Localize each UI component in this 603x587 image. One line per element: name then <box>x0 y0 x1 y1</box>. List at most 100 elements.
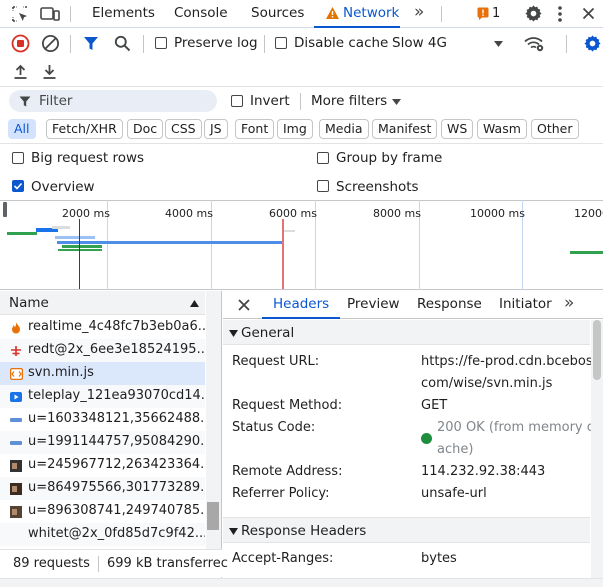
general-section-header[interactable]: General <box>223 320 590 345</box>
status-ok-dot <box>421 433 432 444</box>
invert-label: Invert <box>250 93 290 109</box>
timeline-bar <box>57 241 284 244</box>
kebab-menu-icon[interactable] <box>557 5 563 23</box>
type-filter-other[interactable]: Other <box>531 119 579 139</box>
type-filter-all[interactable]: All <box>8 119 36 139</box>
timeline-tick: 4000 ms <box>165 207 213 220</box>
import-export-row <box>0 59 603 87</box>
request-row[interactable]: u=896308741,249740785... <box>0 500 205 523</box>
filter-funnel-icon[interactable] <box>83 36 99 51</box>
type-filter-doc[interactable]: Doc <box>127 119 164 139</box>
horizontal-scrollbar[interactable] <box>0 578 603 587</box>
type-filter-wasm[interactable]: Wasm <box>477 119 527 139</box>
tab-preview[interactable]: Preview <box>347 291 400 318</box>
type-filter-css[interactable]: CSS <box>165 119 202 139</box>
request-row[interactable]: u=1991144757,95084290... <box>0 431 205 454</box>
network-settings-gear-icon[interactable] <box>583 34 602 53</box>
timeline-bar <box>62 245 102 248</box>
transferred-size: 699 kB transferrec <box>107 556 228 571</box>
type-filter-js[interactable]: JS <box>204 119 228 139</box>
timeline-tick: 12000 <box>574 207 603 220</box>
device-toolbar-icon[interactable] <box>40 5 60 23</box>
request-row[interactable]: u=864975566,301773289... <box>0 477 205 500</box>
big-request-rows-checkbox[interactable] <box>12 152 24 164</box>
request-row[interactable]: realtime_4c48fc7b3eb0a6... <box>0 316 205 339</box>
timeline-bar <box>52 226 70 229</box>
list-scrollbar-thumb[interactable] <box>207 502 219 530</box>
referrer-policy-value: unsafe-url <box>421 486 487 501</box>
throttling-select[interactable]: Slow 4G <box>392 31 512 57</box>
request-row[interactable]: teleplay_121ea93070cd14... <box>0 385 205 408</box>
tab-response[interactable]: Response <box>417 291 482 318</box>
network-conditions-icon[interactable] <box>524 35 544 52</box>
timeline-bar <box>283 230 295 232</box>
group-by-frame-checkbox[interactable] <box>317 152 329 164</box>
request-name: u=896308741,249740785... <box>28 503 205 518</box>
tab-headers[interactable]: Headers <box>262 291 341 319</box>
search-icon[interactable] <box>114 35 131 52</box>
type-filter-font[interactable]: Font <box>235 119 275 139</box>
throttling-value: Slow 4G <box>392 35 447 51</box>
export-har-icon[interactable] <box>42 64 57 80</box>
tab-console[interactable]: Console <box>174 0 228 28</box>
clear-log-icon[interactable] <box>41 34 60 53</box>
tab-sources[interactable]: Sources <box>251 0 304 28</box>
group-by-frame-label: Group by frame <box>336 150 443 166</box>
close-details-icon[interactable] <box>238 299 250 311</box>
details-scrollbar-thumb[interactable] <box>593 320 601 380</box>
tab-network[interactable]: Network <box>314 0 400 28</box>
accept-ranges-key: Accept-Ranges: <box>232 551 334 566</box>
close-devtools-icon[interactable] <box>582 7 595 20</box>
type-filter-img[interactable]: Img <box>277 119 313 139</box>
timeline-start-marker[interactable] <box>3 202 7 217</box>
record-stop-icon[interactable] <box>11 34 30 53</box>
request-name: realtime_4c48fc7b3eb0a6... <box>28 319 205 334</box>
play-icon <box>10 391 22 403</box>
type-filter-media[interactable]: Media <box>319 119 369 139</box>
type-filter-manifest[interactable]: Manifest <box>372 119 438 139</box>
details-scrollbar-track[interactable] <box>591 320 603 587</box>
request-row[interactable]: u=1603348121,35662488... <box>0 408 205 431</box>
invert-checkbox[interactable] <box>231 95 243 107</box>
accept-ranges-value: bytes <box>421 551 457 566</box>
request-name: teleplay_121ea93070cd14... <box>28 388 205 403</box>
import-har-icon[interactable] <box>13 64 28 80</box>
toolbar-divider <box>70 35 71 53</box>
tab-initiator[interactable]: Initiator <box>499 291 552 318</box>
more-filters-dropdown[interactable]: More filters <box>311 90 406 112</box>
timeline-bar <box>55 236 95 239</box>
settings-gear-icon[interactable] <box>524 4 543 23</box>
toolbar-divider-4 <box>566 35 567 53</box>
preserve-log-checkbox[interactable] <box>155 37 167 49</box>
overview-checkbox[interactable] <box>12 180 24 192</box>
preserve-log-label: Preserve log <box>174 35 258 51</box>
request-method-key: Request Method: <box>232 398 343 413</box>
request-row[interactable]: whitet@2x_0fd85d7c9f42... <box>0 523 205 546</box>
load-event-line <box>282 219 284 289</box>
request-row[interactable]: svn.min.js <box>0 362 205 385</box>
tab-elements[interactable]: Elements <box>92 0 155 28</box>
tab-network-label: Network <box>343 5 400 21</box>
list-scrollbar-track[interactable] <box>206 291 221 549</box>
issues-icon[interactable] <box>477 7 489 20</box>
response-headers-section-header[interactable]: Response Headers <box>223 517 590 543</box>
inspect-element-icon[interactable] <box>11 5 29 23</box>
type-filter-ws[interactable]: WS <box>441 119 474 139</box>
thumb-icon <box>10 483 22 495</box>
filter-input[interactable]: Filter <box>9 90 217 112</box>
general-title: General <box>241 325 295 341</box>
name-column-header[interactable]: Name <box>0 291 205 315</box>
screenshots-checkbox[interactable] <box>317 180 329 192</box>
type-filter-fetch-xhr[interactable]: Fetch/XHR <box>46 119 123 139</box>
request-row[interactable]: redt@2x_6ee3e18524195... <box>0 339 205 362</box>
remote-address-key: Remote Address: <box>232 464 343 479</box>
disable-cache-checkbox[interactable] <box>275 37 287 49</box>
more-tabs-button[interactable]: » <box>414 0 424 28</box>
request-row[interactable]: u=245967712,263423364... <box>0 454 205 477</box>
timeline-tick: 6000 ms <box>269 207 317 220</box>
request-name: u=245967712,263423364... <box>28 457 205 472</box>
more-detail-tabs-button[interactable]: » <box>564 291 574 316</box>
blank-icon <box>10 529 22 541</box>
status-bar: 89 requests 699 kB transferrec <box>0 549 228 577</box>
image-icon <box>10 345 22 357</box>
